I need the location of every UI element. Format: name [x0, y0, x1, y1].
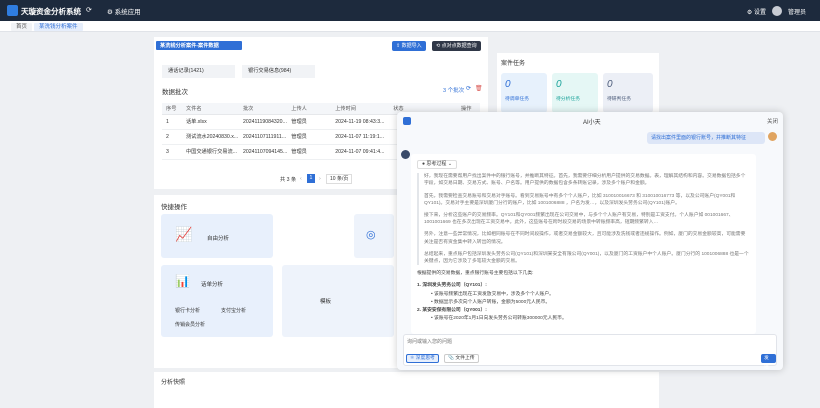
thinking-paragraph: 接下来，分析这些账户的交易频率。QY101和QY001频繁出现在公司交易中，与多…: [424, 213, 734, 226]
page-number[interactable]: 1: [307, 174, 315, 183]
task-label: 待分析任务: [556, 97, 580, 102]
answer-item: 2. 某安安保有限公司（QY001）:: [417, 308, 487, 314]
task-label: 待调单任务: [505, 97, 529, 102]
task-card-survey[interactable]: 0 待调单任务: [501, 73, 547, 113]
app-logo: [7, 5, 18, 16]
quick-title: 快捷操作: [161, 204, 187, 211]
refresh-icon[interactable]: ⟳: [86, 6, 92, 14]
call-analysis-card[interactable]: 📊 话单分析 银行卡分析 支付宝分析 传销会员分析: [161, 265, 273, 337]
ai-avatar: [401, 150, 410, 159]
chart-icon: 📈: [175, 226, 193, 242]
answer-bullet: • 该账号在2020年1月1日向发头劳务公司转账300000元人民币。: [431, 316, 567, 322]
avatar[interactable]: [771, 6, 782, 16]
col-batch: 批次: [238, 103, 288, 115]
settings-link[interactable]: ⚙ 设置: [747, 7, 766, 16]
ai-logo: [403, 117, 411, 125]
answer-item: 1. 深圳发头劳务公司（QY101）:: [417, 283, 487, 289]
top-bar: 天璇资金分析系统 ⟳ ⚙ 系统应用 ⚙ 设置 管理员: [0, 0, 820, 21]
free-analysis-card[interactable]: 📈 自由分析: [161, 214, 273, 258]
app-title: 天璇资金分析系统: [21, 7, 81, 16]
chat-title: AI小天: [583, 120, 601, 126]
tab-case[interactable]: 某洗钱分析案件: [34, 23, 83, 31]
free-analysis-label: 自由分析: [207, 236, 230, 242]
answer-bullet: • 该账号频繁出现在工资发放交易中，涉及多个个人账户。: [431, 291, 554, 297]
system-app-menu[interactable]: ⚙ 系统应用: [107, 6, 141, 16]
thinking-paragraph: 另外，注意一些异常情况，比如相同账号在不同时间段操作，或者交易金额较大，且可能涉…: [424, 232, 746, 245]
file-upload-button[interactable]: 📎 文件上传: [444, 354, 479, 363]
task-label: 待研判任务: [607, 97, 631, 102]
refresh-batch-icon[interactable]: ⟳: [466, 85, 471, 92]
task-count: 0: [556, 79, 562, 90]
batch-title: 数据批次: [162, 89, 188, 96]
mlm-member-analysis[interactable]: 传销会员分析: [175, 321, 205, 328]
template-label: 模板: [320, 299, 332, 305]
alipay-analysis[interactable]: 支付宝分析: [221, 307, 246, 314]
tab-home[interactable]: 首页: [11, 23, 33, 31]
ai-response: ● 思考过程 ⌄ 好，我现在需要帮用户找出案件中的银行账号，并推断其特征。首先，…: [411, 154, 756, 334]
pagination-total: 共 3 条: [280, 177, 297, 183]
col-index: 序号: [162, 103, 182, 115]
sub-tab-bank[interactable]: 银行交易信息(984): [242, 65, 315, 78]
close-button[interactable]: 关闭: [767, 117, 778, 125]
sub-tab-calls[interactable]: 通话记录(1421): [162, 65, 235, 78]
import-button[interactable]: ⇪ 数据导入: [392, 41, 426, 51]
page-size-select[interactable]: 10 条/页: [326, 174, 353, 184]
send-button[interactable]: 发送: [761, 354, 776, 370]
col-filename: 文件名: [181, 103, 239, 115]
task-title: 案件任务: [501, 61, 526, 67]
deep-think-toggle[interactable]: ⚛ 深度思考: [406, 354, 439, 363]
snapshot-title: 分析快照: [161, 380, 186, 386]
call-analysis-label: 话单分析: [201, 282, 224, 288]
answer-bullet: • 数据显示多次向个人账户转账，金额为5000元人民币。: [431, 299, 551, 305]
search-icon: ◎: [366, 229, 376, 241]
task-card-judge[interactable]: 0 待研判任务: [603, 73, 653, 113]
chat-input[interactable]: [407, 337, 767, 347]
p2p-query-button[interactable]: ⟲ 点对点数据查询: [432, 41, 481, 51]
thinking-toggle[interactable]: ● 思考过程 ⌄: [417, 160, 458, 170]
answer-summary: 根据提供的交易数据，重点银行账号主要包括以下几类:: [417, 271, 534, 277]
user-name[interactable]: 管理员: [788, 7, 806, 16]
task-panel: 案件任务 0 待调单任务 0 待分析任务 0 待研判任务: [497, 53, 659, 114]
case-panel-title: 某洗钱分析案件-案件数据: [160, 43, 219, 49]
quick-card[interactable]: ◎: [354, 214, 394, 258]
quick-card[interactable]: [354, 265, 394, 337]
task-count: 0: [505, 79, 511, 90]
batch-count: 3 个批次: [443, 88, 465, 94]
settings-label: 设置: [753, 9, 766, 16]
snapshot-panel: 分析快照: [154, 372, 659, 408]
col-uploader: 上传人: [287, 103, 332, 115]
page-tabs: 首页 某洗钱分析案件: [0, 21, 820, 32]
ai-chat-dialog: AI小天 关闭 请找出案件里面的银行账号，并推断其特征 ● 思考过程 ⌄ 好，我…: [397, 112, 783, 370]
thinking-paragraph: 好，我现在需要帮用户找出案件中的银行账号，并推断其特征。首先，我需要仔细分析用户…: [424, 174, 746, 187]
bank-card-analysis[interactable]: 银行卡分析: [175, 307, 200, 314]
task-card-analysis[interactable]: 0 待分析任务: [552, 73, 598, 113]
trend-icon: 📊: [175, 274, 190, 288]
next-page-icon[interactable]: ›: [319, 176, 321, 182]
task-count: 0: [607, 79, 613, 90]
system-app-label: 系统应用: [114, 9, 141, 16]
chat-input-area: ⚛ 深度思考 📎 文件上传 发送: [403, 334, 777, 370]
delete-icon[interactable]: 🗑: [475, 85, 483, 92]
thinking-paragraph: 总结起来，重点账户包括深圳发头劳务公司(QY101)和深圳某安全有限公司(QY0…: [424, 251, 749, 265]
thinking-paragraph: 首先，我需要检查交易账号和交易对手账号。看到交易账号中有多个个人账户，比如 31…: [424, 193, 736, 206]
user-message: 请找出案件里面的银行账号，并推断其特征: [647, 132, 765, 144]
prev-page-icon[interactable]: ‹: [300, 176, 302, 182]
col-upload-time: 上传时间: [331, 103, 390, 115]
user-avatar: [768, 132, 777, 141]
